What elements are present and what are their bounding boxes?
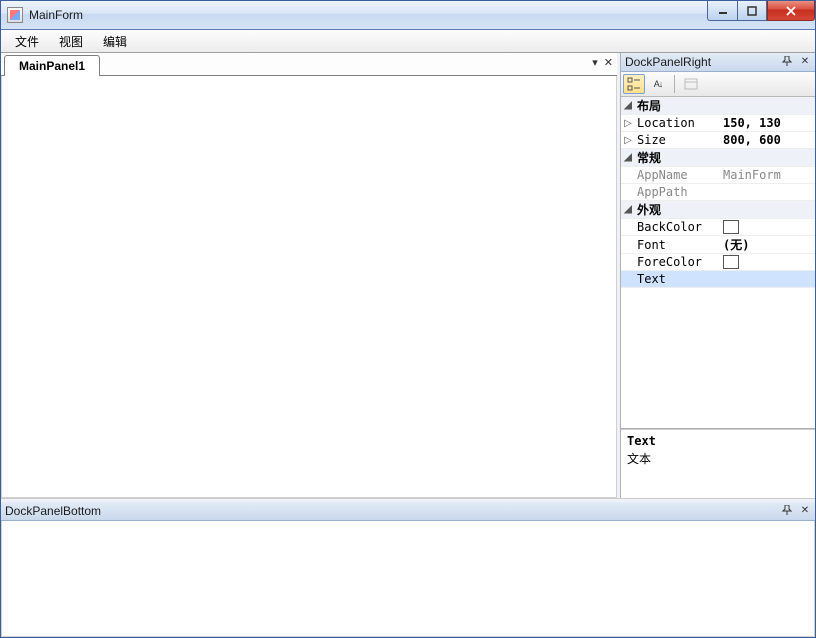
property-grid[interactable]: ◢ 布局 ▷ Location 150, 130 ▷ Size 800, 600: [621, 97, 815, 429]
dock-panel-right: DockPanelRight ✕: [620, 53, 815, 498]
window-title: MainForm: [29, 8, 83, 22]
property-description: Text 文本: [621, 429, 815, 498]
color-swatch: [723, 220, 739, 234]
title-bar[interactable]: MainForm: [1, 1, 815, 30]
collapse-icon[interactable]: ◢: [621, 201, 635, 219]
minimize-icon: [718, 7, 728, 15]
dock-panel-bottom: DockPanelBottom ✕: [1, 499, 815, 637]
expand-icon[interactable]: ▷: [621, 132, 635, 149]
property-row[interactable]: AppName MainForm: [621, 167, 815, 184]
dock-right-title: DockPanelRight: [625, 55, 711, 69]
top-row: MainPanel1 ▾ ✕ DockPanelRight ✕: [1, 53, 815, 499]
close-button[interactable]: [767, 1, 815, 21]
property-row[interactable]: ForeColor: [621, 254, 815, 271]
dock-close-icon[interactable]: ✕: [798, 54, 812, 68]
window-buttons: [707, 1, 815, 21]
property-row[interactable]: ▷ Size 800, 600: [621, 132, 815, 149]
property-grid-toolbar: A↓: [621, 72, 815, 97]
dock-right-header-actions: ✕: [780, 54, 812, 68]
dock-bottom-body[interactable]: [1, 521, 815, 637]
minimize-button[interactable]: [707, 1, 737, 21]
categorized-button[interactable]: [623, 74, 645, 94]
category-row[interactable]: ◢ 常规: [621, 149, 815, 167]
property-row[interactable]: Font (无): [621, 236, 815, 254]
pages-icon: [684, 78, 698, 90]
property-row[interactable]: BackColor: [621, 219, 815, 236]
menu-bar: 文件 视图 编辑: [1, 30, 815, 53]
maximize-icon: [747, 6, 757, 16]
menu-file[interactable]: 文件: [5, 30, 49, 53]
tab-actions: ▾ ✕: [592, 56, 613, 69]
maximize-button[interactable]: [737, 1, 767, 21]
dock-close-icon[interactable]: ✕: [798, 503, 812, 517]
category-row[interactable]: ◢ 布局: [621, 97, 815, 115]
color-swatch: [723, 255, 739, 269]
window-frame: MainForm 文件 视图 编辑 MainPanel1: [0, 0, 816, 638]
alphabetical-button[interactable]: A↓: [647, 74, 669, 94]
alphabetical-icon: A↓: [654, 79, 663, 89]
close-icon: [786, 6, 796, 16]
toolbar-separator: [674, 75, 675, 93]
document-tabstrip: MainPanel1 ▾ ✕: [1, 53, 617, 76]
category-row[interactable]: ◢ 外观: [621, 201, 815, 219]
dock-bottom-header-actions: ✕: [780, 503, 812, 517]
document-body[interactable]: [1, 76, 617, 498]
expand-icon[interactable]: ▷: [621, 115, 635, 132]
property-pages-button[interactable]: [680, 74, 702, 94]
categorized-icon: [627, 77, 641, 91]
menu-view[interactable]: 视图: [49, 30, 93, 53]
property-row[interactable]: Text: [621, 271, 815, 288]
client-area: MainPanel1 ▾ ✕ DockPanelRight ✕: [1, 53, 815, 637]
collapse-icon[interactable]: ◢: [621, 97, 635, 115]
main-panel: MainPanel1 ▾ ✕: [1, 53, 620, 498]
app-icon: [7, 7, 23, 23]
dock-bottom-header[interactable]: DockPanelBottom ✕: [1, 502, 815, 521]
tab-dropdown-icon[interactable]: ▾: [592, 56, 598, 69]
dock-right-header[interactable]: DockPanelRight ✕: [621, 53, 815, 72]
pin-icon[interactable]: [780, 503, 794, 517]
pin-icon[interactable]: [780, 54, 794, 68]
description-title: Text: [627, 434, 809, 448]
tab-main-panel[interactable]: MainPanel1: [4, 55, 100, 76]
collapse-icon[interactable]: ◢: [621, 149, 635, 167]
dock-bottom-title: DockPanelBottom: [5, 504, 101, 518]
menu-edit[interactable]: 编辑: [93, 30, 137, 53]
property-row[interactable]: ▷ Location 150, 130: [621, 115, 815, 132]
description-body: 文本: [627, 450, 809, 467]
property-row[interactable]: AppPath: [621, 184, 815, 201]
tab-close-icon[interactable]: ✕: [604, 56, 613, 69]
